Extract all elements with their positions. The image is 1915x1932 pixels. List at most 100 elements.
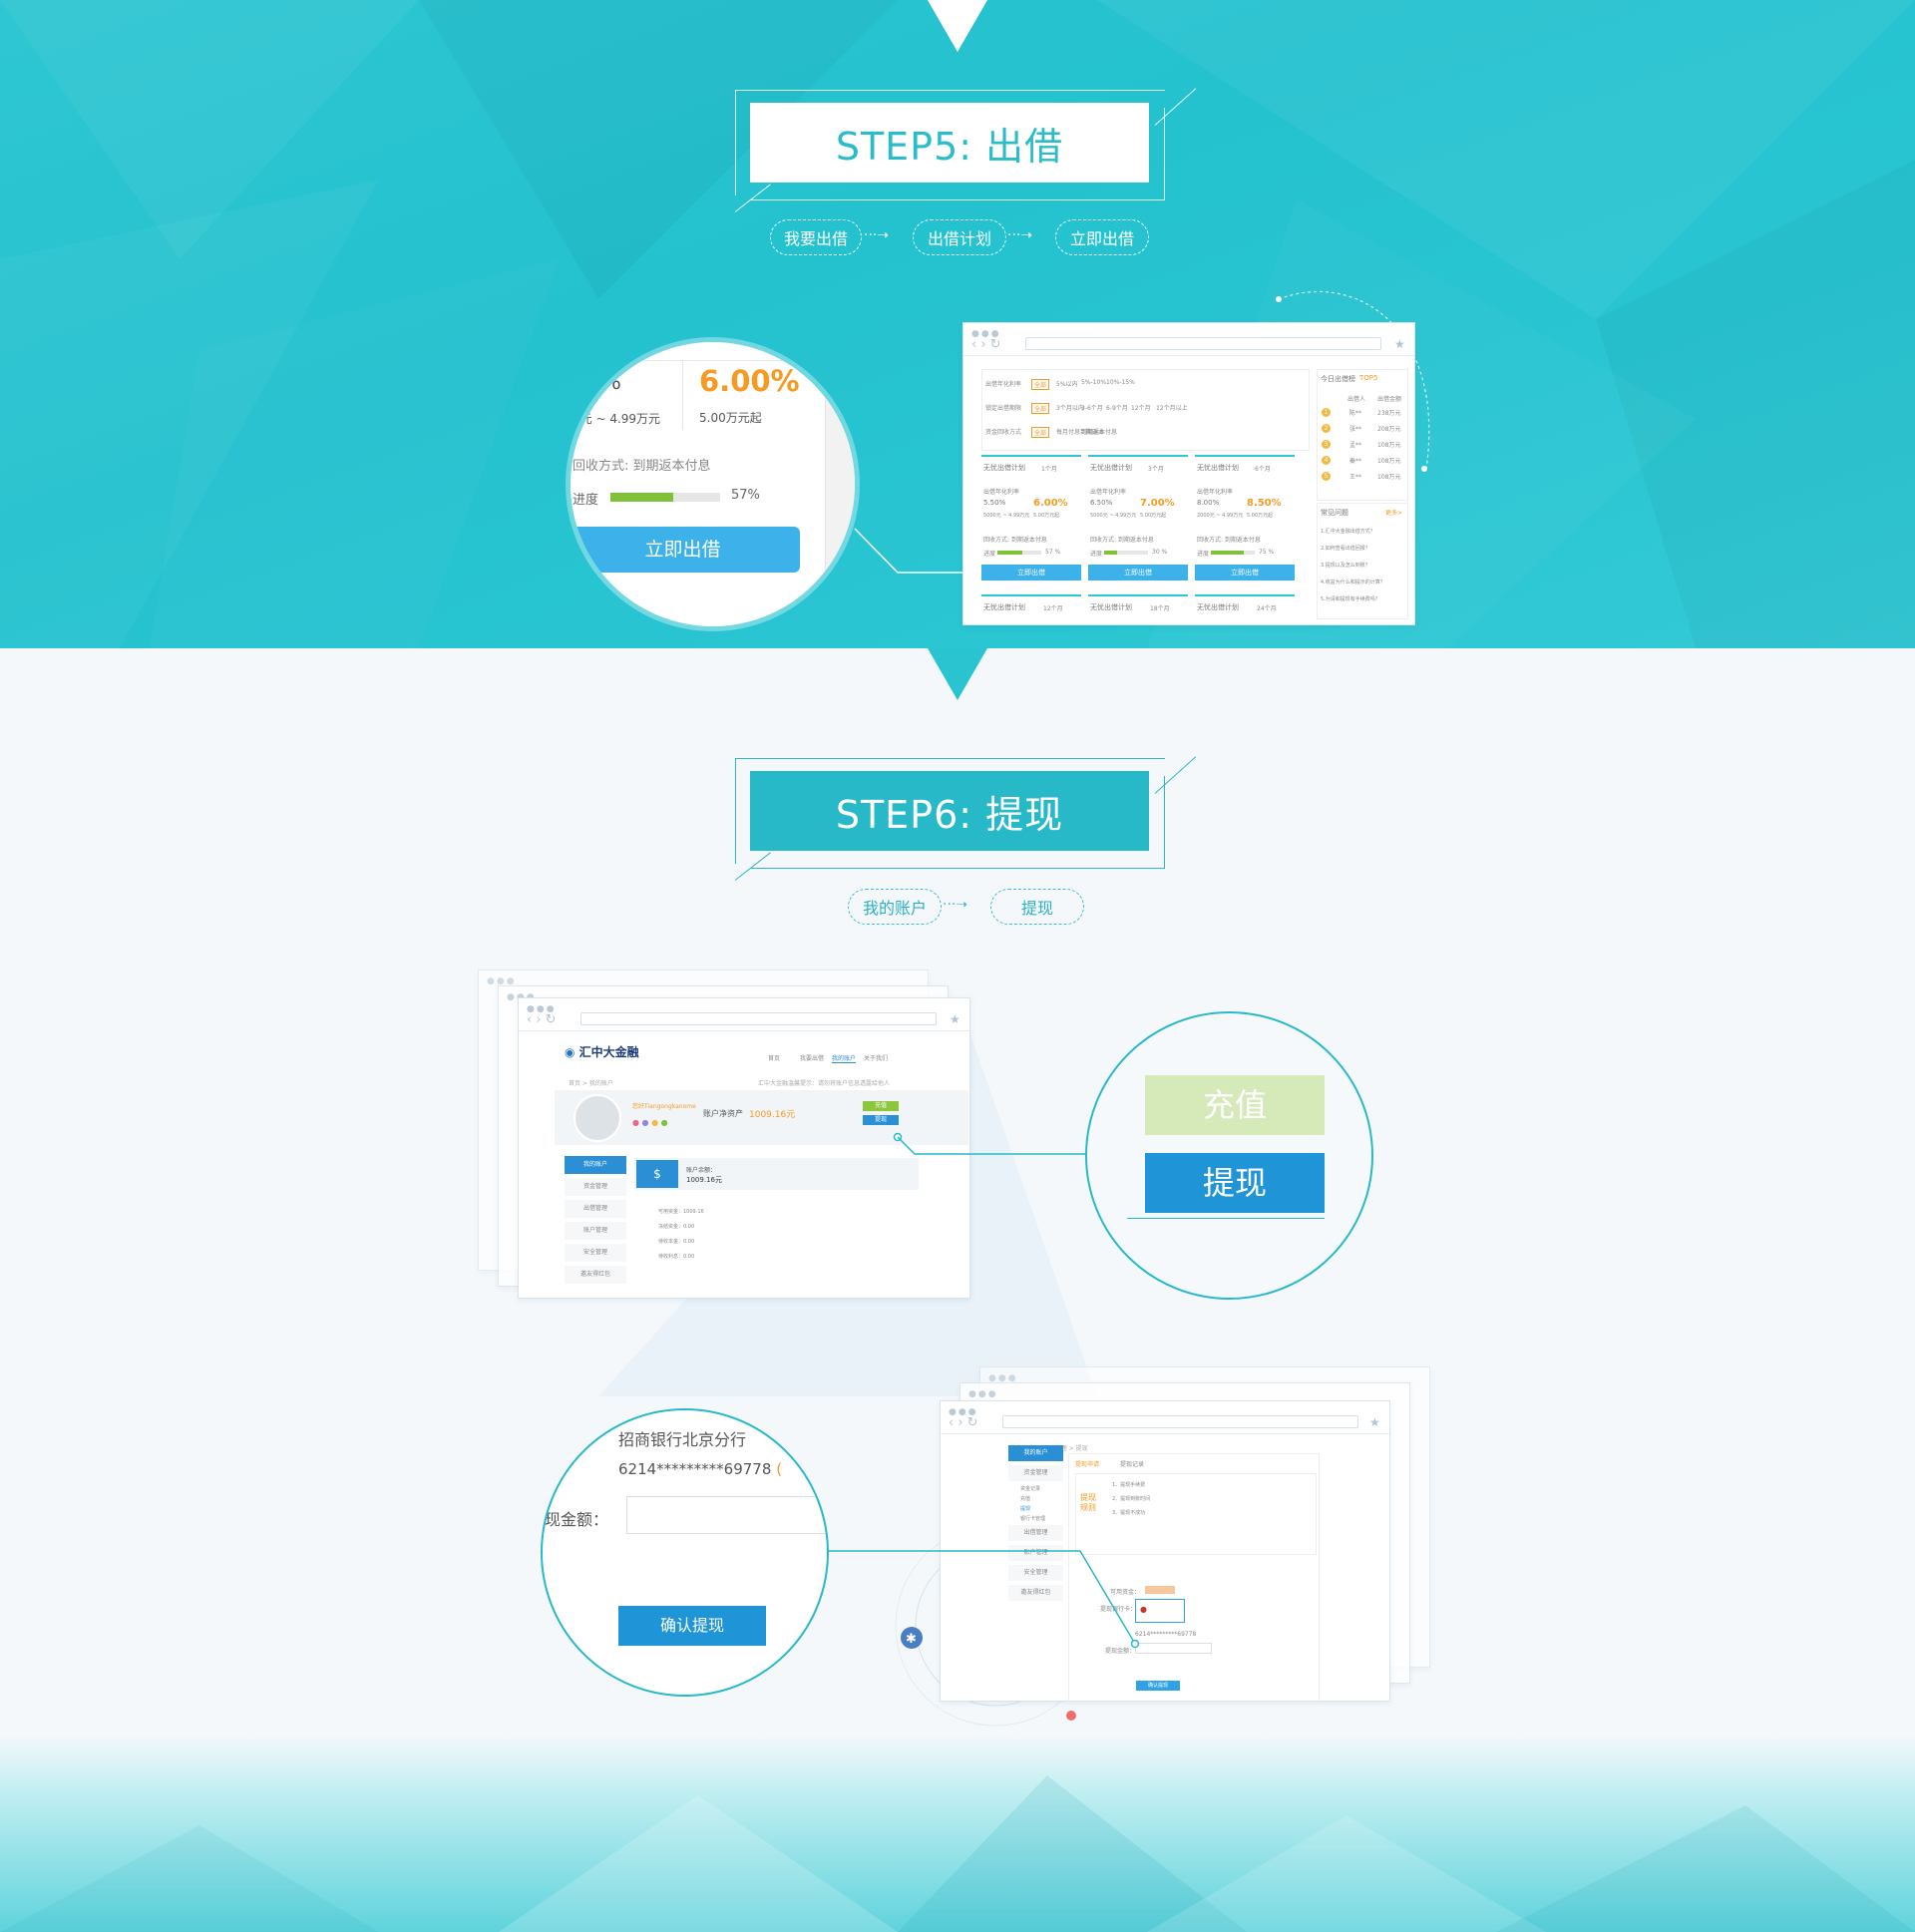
address-bar[interactable] <box>1002 1415 1358 1428</box>
filter-option[interactable]: 3个月以内 <box>1056 403 1084 412</box>
filter-option[interactable]: 10%-15% <box>1106 379 1135 386</box>
tab-withdraw-apply[interactable]: 提现申请 <box>1075 1459 1099 1468</box>
sidebar-item[interactable]: 邀友得红包 <box>565 1266 626 1284</box>
connector-line <box>825 1550 1140 1649</box>
amount-input-zoom[interactable] <box>626 1496 827 1534</box>
flow-arrow: ···➝ <box>943 897 968 913</box>
nav-item[interactable]: 关于我们 <box>864 1053 888 1062</box>
ranking-head-name: 出借人 <box>1347 396 1366 403</box>
plan-rate: 6.00% <box>1033 498 1068 509</box>
top-notch <box>928 0 987 52</box>
lend-now-button[interactable]: 立即出借 <box>571 527 800 573</box>
card-number: 6214*********69778 <box>1135 1631 1197 1638</box>
footer-band <box>0 1736 1915 1932</box>
rank-name: 张** <box>1349 426 1362 433</box>
recharge-button-small[interactable]: 充值 <box>863 1101 899 1111</box>
withdraw-button[interactable]: 提现 <box>1145 1153 1325 1213</box>
faq-item[interactable]: 4.收益为什么和提示的计算？ <box>1321 579 1385 585</box>
plan-progress-bar <box>1104 551 1148 555</box>
sidebar-item[interactable]: 安全管理 <box>565 1244 626 1262</box>
avatar[interactable] <box>574 1094 621 1142</box>
plan-term: 12个月 <box>1043 605 1063 612</box>
sidebar-item[interactable]: 账户管理 <box>565 1222 626 1240</box>
filter-option[interactable]: 12个月以上 <box>1156 403 1188 412</box>
sidebar-item[interactable]: 资金管理 <box>1008 1465 1063 1481</box>
filter-label: 锁定出借期限 <box>985 405 1022 412</box>
amount-input[interactable] <box>1135 1643 1212 1654</box>
plan-repay: 回收方式: 到期返本付息 <box>1090 537 1154 544</box>
confirm-withdraw-button[interactable]: 确认提现 <box>618 1606 766 1646</box>
filter-option[interactable]: 5%-10% <box>1081 379 1106 386</box>
filter-option[interactable]: 12个月 <box>1131 403 1151 412</box>
faq-item[interactable]: 5.为请和提现有手续费吗？ <box>1321 595 1380 602</box>
nav-item[interactable]: 我要出借 <box>800 1053 824 1062</box>
plan-progress-bar <box>1211 551 1255 555</box>
rank-badge: 3 <box>1322 440 1331 449</box>
faq-item[interactable]: 3.提现以及怎么到账？ <box>1321 562 1370 569</box>
address-bar[interactable] <box>580 1012 937 1025</box>
sidebar-subitem[interactable]: 资金记录 <box>1020 1485 1040 1492</box>
balance-label: 账户余额： <box>686 1167 717 1174</box>
plan-term: 24个月 <box>1257 605 1277 612</box>
faq-item[interactable]: 2.如何查看出借回报？ <box>1321 545 1370 552</box>
faq-title: 常见问题 <box>1321 509 1348 517</box>
star-icon[interactable]: ★ <box>1394 337 1405 351</box>
filter-label: 资金回收方式 <box>985 429 1022 436</box>
phone-icon: ● <box>641 1118 649 1127</box>
card-number-zoom: 6214*********69778 ( <box>618 1460 782 1478</box>
progress-label: 进度 <box>573 493 599 508</box>
nav-item[interactable]: 我的账户 <box>832 1053 857 1063</box>
confirm-withdraw-button-small[interactable]: 确认提现 <box>1136 1681 1180 1691</box>
star-icon[interactable]: ★ <box>950 1012 960 1026</box>
plan-lend-button[interactable]: 立即出借 <box>1088 565 1188 580</box>
sidebar-item[interactable]: 出借管理 <box>565 1200 626 1218</box>
sidebar-subitem[interactable]: 银行卡管理 <box>1020 1515 1045 1522</box>
filter-option[interactable]: 全部 <box>1031 403 1050 414</box>
tab-withdraw-record[interactable]: 提现记录 <box>1120 1459 1144 1468</box>
rank-amount: 108万元 <box>1377 458 1401 465</box>
withdraw-button-small[interactable]: 提现 <box>863 1115 899 1125</box>
filter-option[interactable]: 全部 <box>1031 379 1050 390</box>
faq-item[interactable]: 1.汇中大金融出借方式？ <box>1321 528 1375 535</box>
filter-option[interactable]: 全部 <box>1031 427 1050 438</box>
step5-title: STEP5: 出借 <box>750 103 1149 183</box>
rank-amount: 108万元 <box>1377 474 1401 481</box>
plan-lend-button[interactable]: 立即出借 <box>1195 565 1295 580</box>
star-icon[interactable]: ★ <box>1369 1415 1380 1429</box>
rank-name: 王** <box>1349 474 1362 481</box>
plan-name: 无忧出借计划 <box>983 603 1025 611</box>
sidebar-subitem[interactable]: 提现 <box>1020 1505 1030 1512</box>
nav-arrows-icon[interactable]: ‹ › ↻ <box>949 1415 978 1430</box>
sidebar-item[interactable]: 资金管理 <box>565 1178 626 1196</box>
nav-item[interactable]: 首页 <box>768 1053 780 1062</box>
plan-name: 无忧出借计划 <box>1090 464 1132 472</box>
recharge-button[interactable]: 充值 <box>1145 1075 1325 1135</box>
plan-progress-fill <box>1104 551 1118 555</box>
plan-term: 6个月 <box>1255 466 1271 473</box>
bank-card-option[interactable]: ● <box>1135 1599 1185 1623</box>
filter-option[interactable]: 到期返本付息 <box>1081 427 1117 436</box>
bank-name: 招商银行北京分行 <box>618 1430 747 1449</box>
sidebar-item[interactable]: 我的账户 <box>1008 1445 1063 1461</box>
plan-progress-bar <box>997 551 1041 555</box>
plan-card: 无忧出借计划 1个月 出借年化利率 5.50% 6.00% 5000元 ~ 4.99万元 5… <box>981 455 1081 596</box>
plan-card: 无忧出借计划 24个月 <box>1195 594 1295 626</box>
plan-lend-button[interactable]: 立即出借 <box>981 565 1081 580</box>
money-bag-icon: $ <box>636 1160 678 1188</box>
flow-step-plan: 出借计划 <box>913 219 1006 255</box>
nav-arrows-icon[interactable]: ‹ › ↻ <box>527 1012 557 1027</box>
site-logo[interactable]: ◉ 汇中大金融 <box>565 1043 639 1060</box>
nav-arrows-icon[interactable]: ‹ › ↻ <box>971 337 1001 352</box>
filter-option[interactable]: 6-9个月 <box>1106 403 1128 412</box>
plan-repay: 回收方式: 到期返本付息 <box>983 537 1047 544</box>
logo-text: 汇中大金融 <box>578 1045 639 1059</box>
plan-min: 5.00万元起 <box>1033 513 1060 519</box>
filter-option[interactable]: 3-6个月 <box>1081 403 1103 412</box>
sidebar-item[interactable]: 我的账户 <box>565 1156 626 1174</box>
sidebar-subitem[interactable]: 充值 <box>1020 1495 1030 1502</box>
plan-card: 无忧出借计划 3个月 出借年化利率 6.50% 7.00% 5000元 ~ 4.99万元 5… <box>1088 455 1188 596</box>
filter-option[interactable]: 5%以内 <box>1056 379 1078 388</box>
faq-more-link[interactable]: 更多> <box>1385 508 1402 517</box>
sidebar-item[interactable]: 出借管理 <box>1008 1525 1063 1541</box>
address-bar[interactable] <box>1025 337 1381 350</box>
